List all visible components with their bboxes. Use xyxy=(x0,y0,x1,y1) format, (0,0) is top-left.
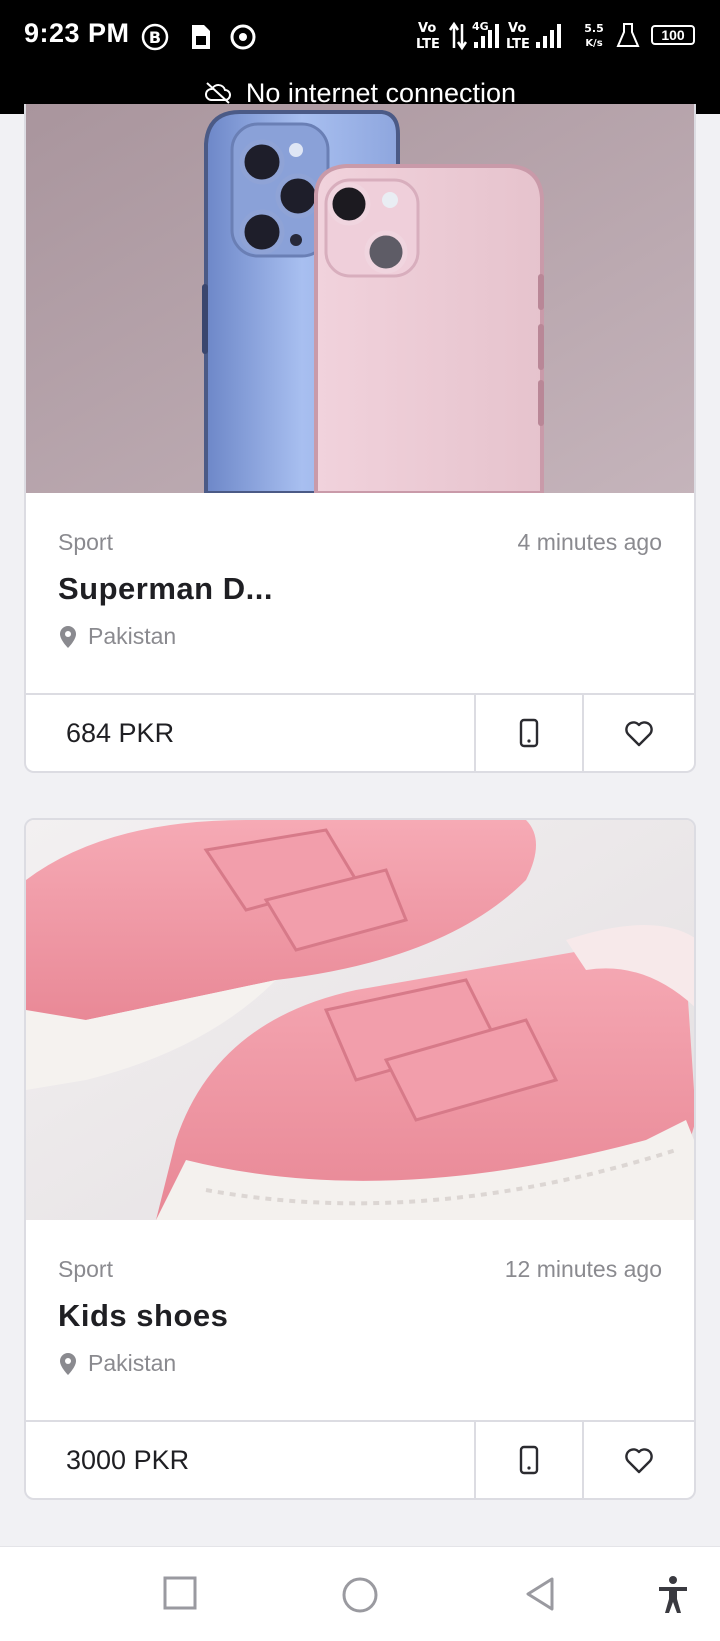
listing-card[interactable]: Sport 12 minutes ago Kids shoes Pakistan… xyxy=(24,818,696,1500)
listing-card[interactable]: Sport 4 minutes ago Superman D... Pakist… xyxy=(24,104,696,773)
location-pin-icon xyxy=(60,625,76,648)
svg-text:Vo: Vo xyxy=(508,21,526,36)
app-notification-icon xyxy=(230,24,256,50)
battery-indicator: 100 xyxy=(651,25,695,45)
listing-title[interactable]: Superman D... xyxy=(58,571,273,607)
heart-icon xyxy=(625,1448,653,1474)
svg-text:B: B xyxy=(149,28,161,47)
listing-price: 3000 PKR xyxy=(26,1422,476,1498)
phone-icon xyxy=(519,1445,539,1475)
favorite-button[interactable] xyxy=(584,695,694,771)
back-icon[interactable] xyxy=(522,1575,558,1613)
listing-time: 12 minutes ago xyxy=(504,1256,662,1282)
listing-category: Sport xyxy=(58,529,113,555)
listing-actions: 684 PKR xyxy=(26,693,694,771)
heart-icon xyxy=(625,721,653,747)
svg-text:Vo: Vo xyxy=(418,21,436,36)
phone-icon xyxy=(519,718,539,748)
listing-location: Pakistan xyxy=(58,623,176,650)
cloud-off-icon xyxy=(204,82,231,104)
svg-text:4G: 4G xyxy=(472,20,489,33)
sim-card-icon xyxy=(192,25,210,49)
listing-title[interactable]: Kids shoes xyxy=(58,1298,228,1334)
call-button[interactable] xyxy=(476,1422,584,1498)
status-bar: 9:23 PM B Vo LTE 4G Vo LTE 5.5 K/s 100 xyxy=(0,0,720,72)
listing-photo[interactable] xyxy=(26,104,694,493)
location-pin-icon xyxy=(60,1352,76,1375)
listing-photo[interactable] xyxy=(26,820,694,1220)
location-text: Pakistan xyxy=(88,623,177,649)
shoes-image xyxy=(26,820,694,1220)
svg-text:5.5: 5.5 xyxy=(584,22,604,35)
b-badge-icon: B xyxy=(141,23,169,51)
listing-time: 4 minutes ago xyxy=(517,529,662,555)
system-nav-bar xyxy=(0,1546,720,1641)
svg-text:K/s: K/s xyxy=(585,38,602,49)
listing-price: 684 PKR xyxy=(26,695,476,771)
network-indicator: Vo LTE 4G Vo LTE 5.5 K/s xyxy=(416,18,646,56)
listing-meta: Sport 12 minutes ago Kids shoes Pakistan xyxy=(26,1220,694,1420)
svg-text:LTE: LTE xyxy=(416,37,440,52)
signal-icon: Vo LTE 4G Vo LTE 5.5 K/s xyxy=(416,20,640,52)
listing-category: Sport xyxy=(58,1256,113,1282)
phone-image xyxy=(26,104,694,493)
listing-actions: 3000 PKR xyxy=(26,1420,694,1498)
location-text: Pakistan xyxy=(88,1350,177,1376)
call-button[interactable] xyxy=(476,695,584,771)
accessibility-icon[interactable] xyxy=(656,1575,690,1615)
listing-location: Pakistan xyxy=(58,1350,176,1377)
recents-icon[interactable] xyxy=(162,1575,198,1611)
listing-meta: Sport 4 minutes ago Superman D... Pakist… xyxy=(26,493,694,693)
status-time: 9:23 PM xyxy=(24,18,130,48)
svg-text:LTE: LTE xyxy=(506,37,530,52)
home-icon[interactable] xyxy=(340,1575,380,1615)
favorite-button[interactable] xyxy=(584,1422,694,1498)
